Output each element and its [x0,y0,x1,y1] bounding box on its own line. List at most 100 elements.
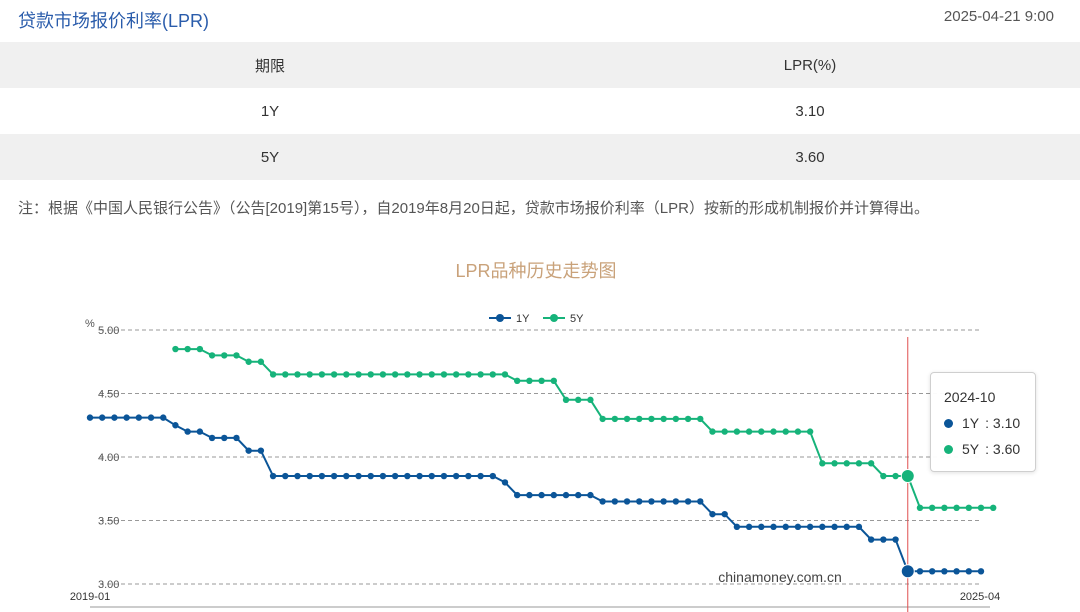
data-point-1y[interactable] [489,472,496,480]
data-point-5y[interactable] [733,428,741,435]
data-point-5y[interactable] [233,352,240,359]
data-point-5y[interactable] [794,428,802,435]
chart-legend[interactable]: 1Y 5Y [489,313,584,325]
data-point-5y[interactable] [355,371,362,378]
data-point-1y[interactable] [294,472,301,480]
data-point-1y[interactable] [233,434,240,442]
data-point-1y[interactable] [172,422,179,429]
data-point-5y[interactable] [990,504,997,511]
data-point-5y[interactable] [367,371,374,378]
legend-label[interactable]: 5Y [570,313,584,325]
data-point-1y[interactable] [208,434,216,442]
data-point-1y[interactable] [623,498,631,505]
data-point-1y[interactable] [343,472,350,480]
data-point-1y[interactable] [367,472,374,480]
data-point-5y[interactable] [330,371,338,378]
data-point-1y[interactable] [782,523,789,531]
data-point-5y[interactable] [404,371,411,378]
data-point-5y[interactable] [867,460,875,467]
data-point-1y[interactable] [794,523,802,531]
data-point-5y[interactable] [770,428,777,435]
data-point-5y[interactable] [257,358,265,365]
data-point-5y[interactable] [294,371,301,378]
data-point-1y[interactable] [111,414,118,421]
data-point-5y[interactable] [684,415,692,423]
data-point-1y[interactable] [428,472,435,480]
data-point-1y[interactable] [867,536,875,543]
data-point-5y[interactable] [562,396,570,404]
data-point-5y[interactable] [611,415,619,423]
data-point-1y[interactable] [660,498,667,505]
data-point-1y[interactable] [196,428,204,435]
data-point-1y[interactable] [928,568,936,575]
data-point-1y[interactable] [550,491,558,499]
data-point-5y[interactable] [855,460,863,467]
data-point-1y[interactable] [745,523,753,531]
data-point-1y[interactable] [758,523,765,531]
data-point-1y[interactable] [160,414,167,421]
data-point-1y[interactable] [843,523,850,531]
data-point-5y[interactable] [623,415,631,423]
data-point-5y[interactable] [648,415,655,423]
data-point-5y[interactable] [587,396,594,404]
data-point-5y[interactable] [965,504,972,511]
data-point-5y[interactable] [941,504,948,511]
data-point-5y[interactable] [379,371,387,378]
data-point-5y[interactable] [709,428,716,435]
data-point-1y[interactable] [221,434,228,442]
data-point-5y[interactable] [501,371,509,378]
data-point-5y[interactable] [318,371,326,378]
data-point-1y[interactable] [416,472,423,480]
data-point-1y[interactable] [330,472,338,480]
data-point-1y[interactable] [257,447,265,454]
data-point-1y[interactable] [721,510,728,518]
data-point-5y[interactable] [697,415,704,423]
data-point-5y[interactable] [538,377,545,384]
data-point-5y[interactable] [196,345,204,353]
lpr-history-chart[interactable]: LPR品种历史走势图 1Y 5Y % 3.00 3.50 4.00 4.50 5.00 2… [0,240,1080,612]
data-point-5y[interactable] [745,428,753,435]
data-point-5y[interactable] [489,371,496,378]
data-point-1y[interactable] [440,472,448,480]
data-point-5y[interactable] [782,428,789,435]
data-point-5y[interactable] [416,371,423,378]
data-point-1y[interactable] [965,568,972,575]
data-point-1y[interactable] [977,568,985,575]
data-point-5y[interactable] [953,504,960,511]
data-point-5y[interactable] [636,415,643,423]
data-point-5y[interactable] [599,415,606,423]
data-point-1y[interactable] [465,472,472,480]
data-point-1y[interactable] [855,523,863,531]
data-point-5y[interactable] [428,371,435,378]
data-point-5y[interactable] [282,371,289,378]
data-point-1y[interactable] [709,510,716,518]
data-point-1y[interactable] [184,428,191,435]
data-point-5y[interactable] [977,504,985,511]
data-point-5y[interactable] [831,460,838,467]
data-point-5y[interactable] [208,352,216,359]
data-point-1y[interactable] [123,414,130,421]
data-point-1y[interactable] [452,472,460,480]
data-point-5y[interactable] [843,460,850,467]
data-point-1y[interactable] [477,472,484,480]
data-point-1y[interactable] [684,498,692,505]
data-point-5y[interactable] [928,504,936,511]
data-point-1y[interactable] [587,491,594,499]
data-point-1y[interactable] [575,491,582,499]
data-point-5y[interactable] [452,371,460,378]
data-point-5y[interactable] [575,396,582,404]
data-point-1y[interactable] [916,568,924,575]
data-point-1y[interactable] [733,523,741,531]
data-point-1y[interactable] [900,564,915,579]
data-point-1y[interactable] [806,523,814,531]
data-point-1y[interactable] [99,414,106,421]
data-point-5y[interactable] [819,460,826,467]
data-point-1y[interactable] [86,414,94,421]
data-point-1y[interactable] [147,414,155,421]
data-point-1y[interactable] [282,472,289,480]
data-point-5y[interactable] [172,345,179,353]
data-point-5y[interactable] [513,377,521,384]
data-point-5y[interactable] [900,469,915,484]
data-point-5y[interactable] [550,377,558,384]
data-point-1y[interactable] [611,498,619,505]
